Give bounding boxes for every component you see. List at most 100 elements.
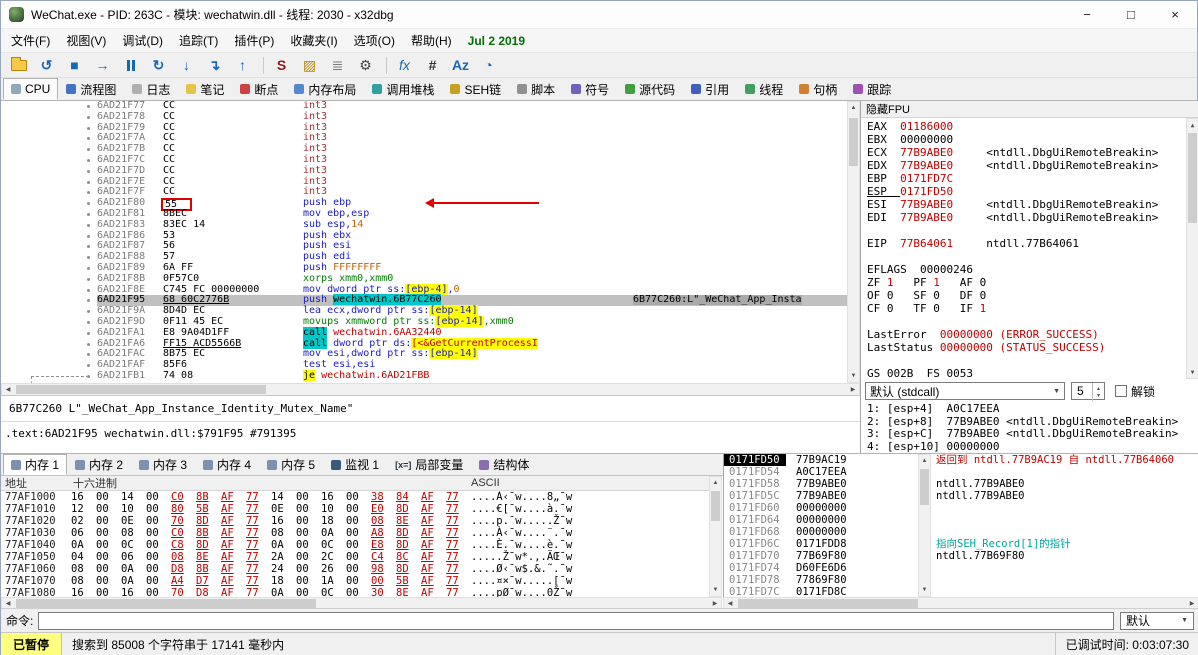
tab-references[interactable]: 引用 <box>683 78 737 100</box>
stack-vscrollbar-thumb[interactable] <box>920 469 929 505</box>
menu-options[interactable]: 选项(O) <box>346 29 403 52</box>
register-row[interactable] <box>867 315 1184 328</box>
disasm-row[interactable]: 6AD21F8B 0F57C0 xorps xmm0,xmm0 <box>1 273 847 285</box>
scroll-up-icon[interactable]: ▲ <box>710 477 721 489</box>
tab-call-stack[interactable]: 调用堆栈 <box>364 78 442 100</box>
menu-plugins[interactable]: 插件(P) <box>226 29 282 52</box>
minimize-button[interactable]: − <box>1065 1 1109 29</box>
command-input[interactable] <box>38 611 1114 630</box>
scroll-up-icon[interactable]: ▲ <box>1187 119 1198 131</box>
stack-pane[interactable]: 0171FD50 77B9AC19 0171FD54 A0C17EEA 0171FD58… <box>723 454 918 597</box>
register-row[interactable] <box>867 224 1184 237</box>
stack-row[interactable]: 0171FD58 77B9ABE0 <box>724 478 918 490</box>
register-row[interactable]: EIP 77B64061 ntdll.77B64061 <box>867 237 1184 250</box>
scroll-down-icon[interactable]: ▼ <box>919 584 930 596</box>
menu-trace[interactable]: 追踪(T) <box>171 29 226 52</box>
tab-symbols[interactable]: 符号 <box>563 78 617 100</box>
stop-button[interactable]: ■ <box>62 54 87 76</box>
preferences-button[interactable]: ⚙ <box>353 54 378 76</box>
dump-row[interactable]: 77AF1000 16 00 14 00 C0 8B AF 77 14 00 16 00 38 84 AF 77… <box>1 491 709 503</box>
tab-log[interactable]: 日志 <box>124 78 178 100</box>
dump-row[interactable]: 77AF1040 0A 00 0C 00 C8 8D AF 77 0A 00 0C 00 E8 8D AF 77… <box>1 539 709 551</box>
strings-button[interactable]: Az <box>448 54 473 76</box>
stack-row[interactable]: 0171FD74 D60FE6D6 <box>724 562 918 574</box>
disasm-row[interactable]: 6AD21FA1 E8 9A04D1FF call wechatwin.6AA324… <box>1 326 847 339</box>
tab-threads[interactable]: 线程 <box>737 78 791 100</box>
tab-graph[interactable]: 流程图 <box>58 78 124 100</box>
stack-row[interactable]: 0171FD68 00000000 <box>724 526 918 538</box>
menu-file[interactable]: 文件(F) <box>3 29 58 52</box>
register-row[interactable]: GS 002B FS 0053 <box>867 367 1184 380</box>
register-row[interactable]: EDX 77B9ABE0 <ntdll.DbgUiRemoteBreakin> <box>867 159 1184 172</box>
tab-dump2[interactable]: 内存 2 <box>67 454 131 475</box>
restart-button[interactable]: ↺ <box>34 54 59 76</box>
disasm-vscrollbar[interactable]: ▲ ▼ <box>847 101 860 383</box>
tab-dump3[interactable]: 内存 3 <box>131 454 195 475</box>
scroll-left-icon[interactable]: ◀ <box>2 384 14 395</box>
stack-row[interactable]: 0171FD5C 77B9ABE0 <box>724 490 918 502</box>
tab-handles[interactable]: 句柄 <box>791 78 845 100</box>
register-row[interactable]: CF 0 TF 0 IF 1 <box>867 302 1184 315</box>
stack-row[interactable]: 0171FD70 77B69F80 <box>724 550 918 562</box>
maximize-button[interactable]: □ <box>1109 1 1153 29</box>
register-row[interactable]: EAX 01186000 <box>867 120 1184 133</box>
tab-seh[interactable]: SEH链 <box>442 78 509 100</box>
run-button[interactable]: → <box>90 54 115 76</box>
tab-breakpoints[interactable]: 断点 <box>232 78 286 100</box>
register-row[interactable]: ECX 77B9ABE0 <ntdll.DbgUiRemoteBreakin> <box>867 146 1184 159</box>
register-row[interactable]: LastError 00000000 (ERROR_SUCCESS) <box>867 328 1184 341</box>
register-row[interactable]: EDI 77B9ABE0 <ntdll.DbgUiRemoteBreakin> <box>867 211 1184 224</box>
scylla-button[interactable]: S <box>269 54 294 76</box>
dump-rows[interactable]: 77AF1000 16 00 14 00 C0 8B AF 77 14 00 16 00 38 84 AF 77… <box>1 491 709 597</box>
scroll-right-icon[interactable]: ▶ <box>847 384 859 395</box>
dump-hscrollbar-thumb[interactable] <box>16 599 316 608</box>
tab-dump5[interactable]: 内存 5 <box>259 454 323 475</box>
command-profile-select[interactable]: 默认 ▼ <box>1120 611 1194 630</box>
register-row[interactable]: ZF 1 PF 1 AF 0 <box>867 276 1184 289</box>
register-row[interactable]: OF 0 SF 0 DF 0 <box>867 289 1184 302</box>
scroll-down-icon[interactable]: ▼ <box>1187 366 1198 378</box>
tab-script[interactable]: 脚本 <box>509 78 563 100</box>
register-row[interactable] <box>867 354 1184 367</box>
dump-row[interactable]: 77AF1010 12 00 10 00 80 5B AF 77 0E 00 10 00 E0 8D AF 77… <box>1 503 709 515</box>
tab-notes[interactable]: 笔记 <box>178 78 232 100</box>
calculator-button[interactable]: # <box>420 54 445 76</box>
disasm-row[interactable]: 6AD21F7D CC int3 <box>1 165 847 177</box>
tab-cpu[interactable]: CPU <box>3 78 59 100</box>
dump-vscrollbar[interactable]: ▲ ▼ <box>709 476 722 597</box>
disasm-row[interactable]: 6AD21F83 83EC 14 sub esp,14 <box>1 219 847 231</box>
dump-row[interactable]: 77AF1050 04 00 06 00 08 8E AF 77 2A 00 2C 00 C4 8C AF 77… <box>1 551 709 563</box>
register-row[interactable]: ESP 0171FD50 <box>867 185 1184 198</box>
stack-arg-row[interactable]: 3: [esp+C] 77B9ABE0 <ntdll.DbgUiRemoteBr… <box>867 428 1184 441</box>
dump-vscrollbar-thumb[interactable] <box>711 491 720 521</box>
step-out-button[interactable]: ↑ <box>230 54 255 76</box>
stack-row[interactable]: 0171FD60 00000000 <box>724 502 918 514</box>
tab-watch1[interactable]: 监视 1 <box>323 454 387 475</box>
menu-favourites[interactable]: 收藏夹(I) <box>282 29 345 52</box>
stack-vscrollbar[interactable]: ▲ ▼ <box>918 454 931 597</box>
disasm-hscrollbar-thumb[interactable] <box>16 385 266 394</box>
stack-row[interactable]: 0171FD50 77B9AC19 <box>724 454 918 466</box>
scroll-up-icon[interactable]: ▲ <box>848 102 859 114</box>
tab-locals[interactable]: [x=] 局部变量 <box>387 454 471 475</box>
tab-struct[interactable]: 结构体 <box>471 454 537 475</box>
stack-row[interactable]: 0171FD54 A0C17EEA <box>724 466 918 478</box>
timewatch-button[interactable]: ◔ <box>476 54 501 76</box>
dump-row[interactable]: 77AF1060 08 00 0A 00 D8 8B AF 77 24 00 26 00 98 8D AF 77… <box>1 563 709 575</box>
register-row[interactable]: EBX 00000000 <box>867 133 1184 146</box>
tab-dump4[interactable]: 内存 4 <box>195 454 259 475</box>
tab-memory-map[interactable]: 内存布局 <box>286 78 364 100</box>
run-swallow-button[interactable]: ↻ <box>146 54 171 76</box>
comments-button[interactable]: ≣ <box>325 54 350 76</box>
spinner-arrows[interactable]: ▲ ▼ <box>1092 383 1104 401</box>
stack-row[interactable]: 0171FD6C 0171FDD8 <box>724 538 918 550</box>
patches-button[interactable]: ▨ <box>297 54 322 76</box>
spinner-down-icon[interactable]: ▼ <box>1096 393 1101 399</box>
register-row[interactable]: ESI 77B9ABE0 <ntdll.DbgUiRemoteBreakin> <box>867 198 1184 211</box>
menu-debug[interactable]: 调试(D) <box>114 29 171 52</box>
pause-button[interactable] <box>118 54 143 76</box>
dump-row[interactable]: 77AF1020 02 00 0E 00 70 8D AF 77 16 00 18 00 08 8E AF 77… <box>1 515 709 527</box>
tab-trace[interactable]: 跟踪 <box>845 78 899 100</box>
menu-view[interactable]: 视图(V) <box>58 29 114 52</box>
stack-arg-row[interactable]: 1: [esp+4] A0C17EEA <box>867 403 1184 416</box>
